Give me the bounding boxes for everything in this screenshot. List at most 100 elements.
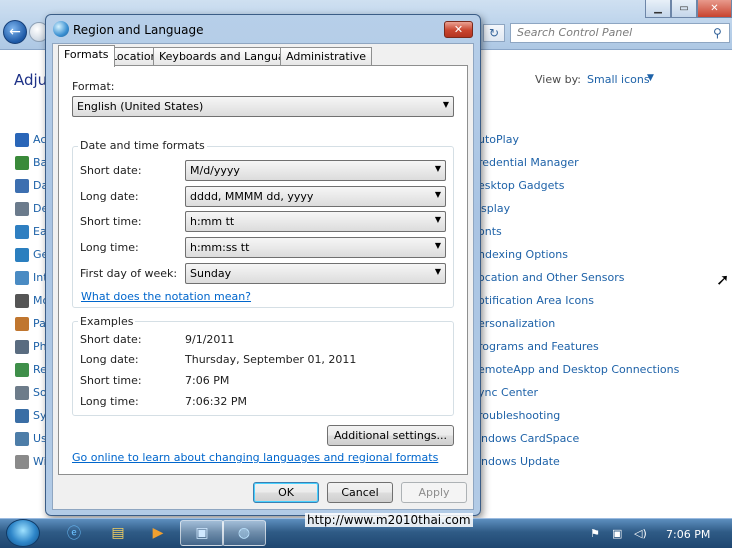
long-date-select[interactable]: dddd, MMMM dd, yyyy ▼ — [185, 186, 446, 207]
example-short-time-label: Short time: — [80, 374, 142, 387]
chevron-down-icon: ▼ — [434, 267, 441, 276]
globe-icon — [53, 21, 69, 37]
ok-button[interactable]: OK — [253, 482, 319, 503]
control-panel-item-left[interactable]: Ph — [33, 340, 45, 353]
control-panel-item-right[interactable]: emoteApp and Desktop Connections — [478, 363, 679, 376]
control-panel-item-left[interactable]: Re — [33, 363, 45, 376]
control-panel-item-left[interactable]: Ac — [33, 133, 45, 146]
online-info-link[interactable]: Go online to learn about changing langua… — [72, 451, 438, 464]
clock[interactable]: 7:06 PM — [666, 528, 710, 541]
speaker-icon[interactable]: ◁) — [634, 527, 647, 540]
short-time-label: Short time: — [80, 215, 142, 228]
short-time-value: h:mm tt — [190, 215, 235, 228]
cancel-button[interactable]: Cancel — [327, 482, 393, 503]
control-panel-item-right[interactable]: otification Area Icons — [478, 294, 594, 307]
flag-icon[interactable]: ⚑ — [590, 527, 600, 540]
close-window-button[interactable]: ✕ — [697, 0, 732, 18]
search-input[interactable]: Search Control Panel — [510, 23, 730, 43]
watermark-url: http://www.m2010thai.com — [305, 513, 473, 527]
dialog-title: Region and Language — [73, 23, 204, 37]
control-panel-taskbar-button[interactable]: ▣ — [180, 520, 224, 546]
control-panel-item-left[interactable]: Mo — [33, 294, 45, 307]
mouse-cursor-icon: ➚ — [716, 270, 730, 289]
control-panel-item-left[interactable]: Int — [33, 271, 45, 284]
search-icon[interactable]: ⚲ — [713, 26, 722, 40]
control-panel-item-right[interactable]: isplay — [478, 202, 510, 215]
control-panel-item-left[interactable]: Ea — [33, 225, 45, 238]
control-panel-item-left[interactable]: Us — [33, 432, 45, 445]
control-panel-item-icon — [15, 271, 29, 285]
maximize-button[interactable]: ▭ — [671, 0, 697, 18]
control-panel-item-icon — [15, 386, 29, 400]
control-panel-item-right[interactable]: ndexing Options — [478, 248, 568, 261]
notation-help-link[interactable]: What does the notation mean? — [81, 290, 251, 303]
control-panel-item-left[interactable]: Sy — [33, 409, 45, 422]
close-icon: ✕ — [453, 23, 464, 36]
chevron-down-icon[interactable]: ▼ — [647, 73, 654, 83]
control-panel-item-left[interactable]: Ba — [33, 156, 45, 169]
folder-icon[interactable]: ▤ — [96, 520, 140, 546]
control-panel-item-right[interactable]: indows Update — [478, 455, 560, 468]
chevron-down-icon: ▼ — [434, 215, 441, 224]
control-panel-item-left[interactable]: Pa — [33, 317, 45, 330]
example-long-date-label: Long date: — [80, 353, 139, 366]
control-panel-item-right[interactable]: ocation and Other Sensors — [478, 271, 624, 284]
example-short-date-value: 9/1/2011 — [185, 333, 235, 346]
chevron-down-icon: ▼ — [434, 190, 441, 199]
long-time-value: h:mm:ss tt — [190, 241, 250, 254]
control-panel-item-icon — [15, 202, 29, 216]
control-panel-item-icon — [15, 294, 29, 308]
media-player-icon[interactable]: ▶ — [136, 520, 180, 546]
control-panel-item-right[interactable]: ersonalization — [478, 317, 555, 330]
control-panel-item-right[interactable]: ync Center — [478, 386, 538, 399]
internet-explorer-icon[interactable]: ⓔ — [52, 520, 96, 546]
control-panel-item-icon — [15, 455, 29, 469]
format-label: Format: — [72, 80, 115, 93]
back-button[interactable]: ← — [3, 20, 27, 44]
short-date-value: M/d/yyyy — [190, 164, 240, 177]
tab-administrative[interactable]: Administrative — [280, 47, 373, 66]
network-icon[interactable]: ▣ — [612, 527, 622, 540]
control-panel-item-right[interactable]: indows CardSpace — [478, 432, 579, 445]
example-long-time-label: Long time: — [80, 395, 139, 408]
long-date-label: Long date: — [80, 190, 139, 203]
tab-formats[interactable]: Formats — [58, 45, 115, 67]
view-by-dropdown[interactable]: Small icons — [587, 73, 650, 86]
first-day-of-week-select[interactable]: Sunday ▼ — [185, 263, 446, 284]
example-short-date-label: Short date: — [80, 333, 142, 346]
control-panel-item-right[interactable]: esktop Gadgets — [478, 179, 564, 192]
short-time-select[interactable]: h:mm tt ▼ — [185, 211, 446, 232]
control-panel-item-right[interactable]: redential Manager — [478, 156, 579, 169]
refresh-button[interactable]: ↻ — [483, 24, 505, 42]
control-panel-item-icon — [15, 340, 29, 354]
control-panel-item-right[interactable]: onts — [478, 225, 502, 238]
chevron-down-icon: ▼ — [442, 100, 449, 109]
minimize-button[interactable]: ▁ — [645, 0, 671, 18]
control-panel-item-left[interactable]: Da — [33, 179, 45, 192]
control-panel-item-icon — [15, 156, 29, 170]
region-language-taskbar-button[interactable]: ◍ — [222, 520, 266, 546]
long-date-value: dddd, MMMM dd, yyyy — [190, 190, 314, 203]
control-panel-item-icon — [15, 179, 29, 193]
control-panel-item-right[interactable]: roubleshooting — [478, 409, 560, 422]
short-date-select[interactable]: M/d/yyyy ▼ — [185, 160, 446, 181]
control-panel-item-left[interactable]: So — [33, 386, 45, 399]
control-panel-item-icon — [15, 409, 29, 423]
control-panel-item-right[interactable]: rograms and Features — [478, 340, 599, 353]
control-panel-item-icon — [15, 363, 29, 377]
format-select[interactable]: English (United States) ▼ — [72, 96, 454, 117]
control-panel-item-left[interactable]: Ge — [33, 248, 45, 261]
first-day-of-week-value: Sunday — [190, 267, 232, 280]
control-panel-item-left[interactable]: De — [33, 202, 45, 215]
view-by-label: View by: — [535, 73, 581, 86]
additional-settings-button[interactable]: Additional settings... — [327, 425, 454, 446]
example-long-time-value: 7:06:32 PM — [185, 395, 248, 408]
long-time-select[interactable]: h:mm:ss tt ▼ — [185, 237, 446, 258]
apply-button[interactable]: Apply — [401, 482, 467, 503]
control-panel-item-right[interactable]: utoPlay — [478, 133, 519, 146]
start-button[interactable] — [6, 519, 40, 547]
control-panel-item-left[interactable]: Wi — [33, 455, 45, 468]
refresh-icon: ↻ — [488, 26, 500, 40]
dialog-close-button[interactable]: ✕ — [444, 21, 473, 38]
group-title: Date and time formats — [78, 139, 207, 152]
